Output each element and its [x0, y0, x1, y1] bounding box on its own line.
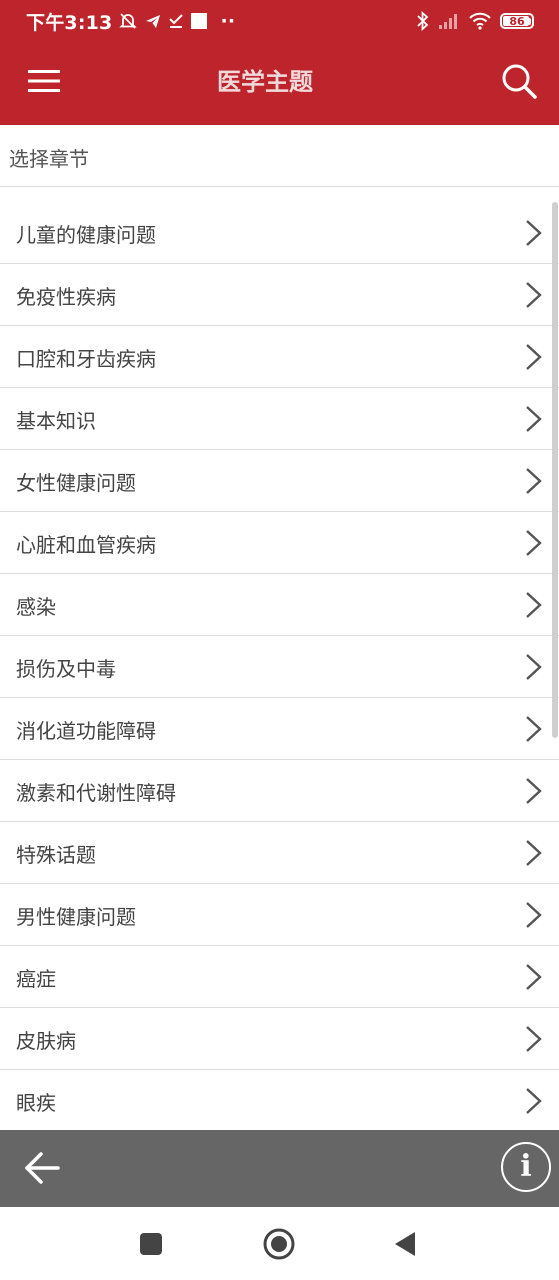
topic-item[interactable]: 感染: [0, 574, 559, 636]
topic-item[interactable]: 男性健康问题: [0, 884, 559, 946]
section-title: 选择章节: [9, 147, 89, 171]
page-title: 医学主题: [217, 68, 313, 96]
chevron-right-icon: [526, 406, 542, 432]
chevron-right-icon: [526, 282, 542, 308]
nav-home-button[interactable]: [259, 1224, 299, 1264]
status-right: 86: [416, 8, 534, 34]
chevron-right-icon: [526, 468, 542, 494]
list-scrollbar[interactable]: [552, 202, 558, 738]
app-bar: 医学主题: [0, 42, 559, 125]
topic-item[interactable]: 特殊话题: [0, 822, 559, 884]
chevron-right-icon: [526, 840, 542, 866]
chevron-right-icon: [526, 716, 542, 742]
download-done-icon: [168, 12, 184, 30]
back-button[interactable]: [16, 1142, 68, 1194]
topic-label: 女性健康问题: [16, 471, 136, 495]
chevron-right-icon: [526, 1026, 542, 1052]
chevron-right-icon: [526, 654, 542, 680]
nav-back-button[interactable]: [385, 1224, 425, 1264]
back-triangle-icon: [395, 1232, 415, 1256]
wifi-icon: [468, 12, 492, 30]
notification-square-icon: [190, 12, 208, 30]
topic-label: 心脏和血管疾病: [16, 533, 156, 557]
chevron-right-icon: [526, 778, 542, 804]
topic-item[interactable]: 免疫性疾病: [0, 264, 559, 326]
chevron-right-icon: [526, 592, 542, 618]
chevron-right-icon: [526, 344, 542, 370]
topic-item[interactable]: 消化道功能障碍: [0, 698, 559, 760]
arrow-left-icon: [25, 1152, 60, 1184]
topic-label: 基本知识: [16, 409, 96, 433]
topic-list: 儿童的健康问题 免疫性疾病 口腔和牙齿疾病 基本知识 女性健康问题 心脏和血管疾…: [0, 202, 559, 1130]
topic-item[interactable]: 眼疾: [0, 1070, 559, 1130]
search-button[interactable]: [491, 56, 547, 106]
home-circle-icon: [263, 1228, 295, 1260]
chevron-right-icon: [526, 220, 542, 246]
topic-label: 免疫性疾病: [16, 285, 116, 309]
topic-label: 感染: [16, 595, 56, 619]
battery-level: 86: [509, 14, 525, 28]
chevron-right-icon: [526, 964, 542, 990]
battery-icon: 86: [500, 13, 534, 29]
chevron-right-icon: [526, 1088, 542, 1114]
topic-label: 口腔和牙齿疾病: [16, 347, 156, 371]
topic-label: 特殊话题: [16, 843, 96, 867]
recents-square-icon: [140, 1233, 162, 1255]
info-icon: i: [520, 1149, 532, 1184]
topic-item[interactable]: 基本知识: [0, 388, 559, 450]
system-nav-bar: [0, 1207, 559, 1280]
info-button[interactable]: i: [501, 1142, 551, 1192]
topic-label: 消化道功能障碍: [16, 719, 156, 743]
topic-label: 皮肤病: [16, 1029, 76, 1053]
signal-icon: [438, 13, 460, 29]
topic-item[interactable]: 儿童的健康问题: [0, 202, 559, 264]
section-header: 选择章节: [0, 125, 559, 187]
topic-item[interactable]: 皮肤病: [0, 1008, 559, 1070]
status-time: 下午3:13: [26, 11, 113, 34]
topic-item[interactable]: 心脏和血管疾病: [0, 512, 559, 574]
battery-body: 86: [500, 13, 534, 29]
chevron-right-icon: [526, 530, 542, 556]
topic-label: 眼疾: [16, 1091, 56, 1115]
topic-label: 男性健康问题: [16, 905, 136, 929]
menu-icon: [28, 70, 60, 92]
topic-item[interactable]: 激素和代谢性障碍: [0, 760, 559, 822]
search-icon: [502, 64, 537, 99]
muted-bell-icon: [118, 11, 138, 31]
bottom-toolbar: i: [0, 1130, 559, 1207]
topic-label: 损伤及中毒: [16, 657, 116, 681]
topic-item[interactable]: 女性健康问题: [0, 450, 559, 512]
status-bar: 下午3:13 ·· 86: [0, 0, 559, 42]
topic-label: 激素和代谢性障碍: [16, 781, 176, 805]
telegram-icon: [144, 12, 162, 30]
topic-label: 癌症: [16, 967, 56, 991]
nav-recents-button[interactable]: [131, 1224, 171, 1264]
status-overflow: ··: [220, 10, 236, 32]
topic-item[interactable]: 口腔和牙齿疾病: [0, 326, 559, 388]
chevron-right-icon: [526, 902, 542, 928]
topic-item[interactable]: 癌症: [0, 946, 559, 1008]
topic-label: 儿童的健康问题: [16, 223, 156, 247]
bluetooth-icon: [416, 11, 430, 31]
status-left: 下午3:13 ··: [26, 8, 235, 34]
menu-button[interactable]: [16, 56, 72, 106]
topic-item[interactable]: 损伤及中毒: [0, 636, 559, 698]
